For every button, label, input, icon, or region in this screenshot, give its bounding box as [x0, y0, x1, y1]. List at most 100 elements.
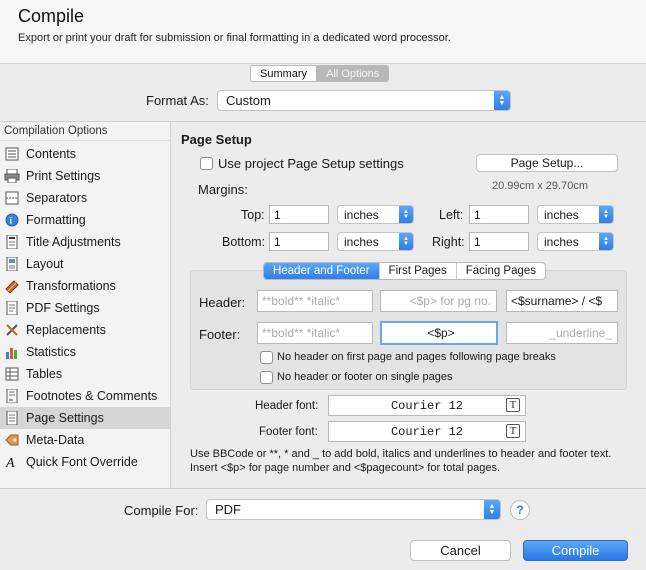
use-project-setup-checkbox[interactable]: [200, 157, 213, 170]
sidebar-item-separators[interactable]: Separators: [0, 187, 170, 209]
footer-center-input[interactable]: <$p>: [380, 321, 498, 345]
footer-left-input[interactable]: **bold** *italic*: [257, 322, 373, 344]
format-as-label: Format As:: [146, 93, 209, 108]
sidebar-item-statistics[interactable]: Statistics: [0, 341, 170, 363]
sidebar-item-footnotes-comments[interactable]: Footnotes & Comments: [0, 385, 170, 407]
unit-value: inches: [344, 207, 379, 222]
top-margin-input[interactable]: 1: [269, 205, 329, 224]
compile-button[interactable]: Compile: [523, 540, 628, 561]
footer-font-label: Footer font:: [259, 426, 318, 438]
sidebar-item-label: Contents: [26, 147, 77, 161]
header-font-label: Header font:: [255, 400, 319, 412]
use-project-setup-label: Use project Page Setup settings: [218, 156, 404, 171]
sidebar-item-label: Footnotes & Comments: [26, 389, 158, 403]
sidebar-item-tables[interactable]: Tables: [0, 363, 170, 385]
bottom-margin-unit-select[interactable]: inches ▲ ▼: [337, 232, 414, 251]
unit-value: inches: [344, 234, 379, 249]
popup-arrows-icon: ▲ ▼: [399, 206, 413, 223]
window-title: Compile: [18, 6, 85, 26]
footer-right-input[interactable]: _underline_: [506, 322, 618, 344]
unit-value: inches: [544, 207, 579, 222]
cancel-button[interactable]: Cancel: [410, 540, 511, 561]
left-margin-input[interactable]: 1: [469, 205, 529, 224]
left-margin-unit-select[interactable]: inches ▲ ▼: [537, 205, 614, 224]
help-button[interactable]: ?: [510, 500, 530, 520]
compile-for-label: Compile For:: [124, 503, 199, 518]
sidebar-heading: Compilation Options: [0, 122, 170, 141]
right-margin-label: Right:: [432, 235, 465, 249]
footer-font-picker[interactable]: Courier 12 T: [328, 421, 526, 442]
sidebar-item-page-settings[interactable]: Page Settings: [0, 407, 170, 429]
tab-first-pages[interactable]: First Pages: [380, 263, 457, 279]
window-subtitle: Export or print your draft for submissio…: [18, 32, 451, 44]
margins-label: Margins:: [198, 182, 248, 197]
popup-arrows-icon: ▲ ▼: [484, 500, 500, 519]
table-icon: [4, 366, 20, 382]
sidebar-item-contents[interactable]: Contents: [0, 143, 170, 165]
format-as-select[interactable]: Custom ▲ ▼: [217, 90, 511, 111]
no-header-single-checkbox[interactable]: [260, 371, 273, 384]
popup-arrows-icon: ▲ ▼: [494, 91, 510, 110]
header-left-input[interactable]: **bold** *italic*: [257, 290, 373, 312]
sidebar-item-transformations[interactable]: Transformations: [0, 275, 170, 297]
sidebar-item-label: Print Settings: [26, 169, 101, 183]
tab-summary[interactable]: Summary: [251, 66, 318, 81]
window-header: Compile Export or print your draft for s…: [0, 0, 646, 64]
format-as-value: Custom: [226, 93, 271, 108]
bottom-margin-input[interactable]: 1: [269, 232, 329, 251]
mode-segmented-control: Summary All Options: [250, 65, 390, 82]
sidebar-item-label: PDF Settings: [26, 301, 100, 315]
footer-font-value: Courier 12: [390, 424, 463, 439]
left-margin-label: Left:: [439, 208, 464, 222]
sidebar-item-replacements[interactable]: Replacements: [0, 319, 170, 341]
bottom-margin-label: Bottom:: [222, 235, 266, 249]
top-margin-unit-select[interactable]: inches ▲ ▼: [337, 205, 414, 224]
sidebar-item-print-settings[interactable]: Print Settings: [0, 165, 170, 187]
sidebar-item-label: Quick Font Override: [26, 455, 138, 469]
no-header-single-label: No header or footer on single pages: [277, 371, 453, 383]
sidebar-item-quick-font-override[interactable]: A Quick Font Override: [0, 451, 170, 473]
compile-for-value: PDF: [215, 502, 241, 517]
compile-for-select[interactable]: PDF ▲ ▼: [206, 499, 501, 520]
sidebar-item-label: Page Settings: [26, 411, 104, 425]
tab-header-and-footer[interactable]: Header and Footer: [264, 263, 380, 279]
tab-all-options[interactable]: All Options: [317, 66, 389, 81]
sidebar-item-label: Replacements: [26, 323, 106, 337]
right-margin-input[interactable]: 1: [469, 232, 529, 251]
top-margin-label: Top:: [241, 208, 265, 222]
font-picker-icon[interactable]: T: [506, 398, 520, 412]
header-right-input[interactable]: <$surname> / <$: [506, 290, 618, 312]
tag-icon: [4, 432, 20, 448]
font-icon: A: [4, 454, 20, 470]
title-icon: [4, 234, 20, 250]
sidebar-item-label: Meta-Data: [26, 433, 85, 447]
page-setup-button[interactable]: Page Setup...: [476, 154, 618, 172]
tab-facing-pages[interactable]: Facing Pages: [457, 263, 545, 279]
no-header-first-checkbox[interactable]: [260, 351, 273, 364]
header-center-input[interactable]: <$p> for pg no.: [380, 290, 497, 312]
layout-icon: [4, 256, 20, 272]
sidebar-item-formatting[interactable]: i Formatting: [0, 209, 170, 231]
list-icon: [4, 146, 20, 162]
sidebar-item-layout[interactable]: Layout: [0, 253, 170, 275]
font-picker-icon[interactable]: T: [506, 424, 520, 438]
page-setup-heading: Page Setup: [181, 132, 252, 147]
page-icon: [4, 410, 20, 426]
header-label: Header:: [199, 295, 246, 310]
sidebar-item-label: Separators: [26, 191, 88, 205]
sidebar-item-label: Formatting: [26, 213, 86, 227]
popup-arrows-icon: ▲ ▼: [399, 233, 413, 250]
sidebar-item-label: Title Adjustments: [26, 235, 121, 249]
separator-icon: [4, 190, 20, 206]
sidebar-item-label: Transformations: [26, 279, 116, 293]
sidebar-item-title-adjustments[interactable]: Title Adjustments: [0, 231, 170, 253]
header-font-picker[interactable]: Courier 12 T: [328, 395, 526, 416]
chart-icon: [4, 344, 20, 360]
sidebar-item-pdf-settings[interactable]: PDF Settings: [0, 297, 170, 319]
header-footer-tabs: Header and Footer First Pages Facing Pag…: [263, 262, 547, 280]
popup-arrows-icon: ▲ ▼: [599, 206, 613, 223]
right-margin-unit-select[interactable]: inches ▲ ▼: [537, 232, 614, 251]
sidebar-item-meta-data[interactable]: Meta-Data: [0, 429, 170, 451]
sidebar-item-label: Tables: [26, 367, 63, 381]
pdf-icon: [4, 300, 20, 316]
